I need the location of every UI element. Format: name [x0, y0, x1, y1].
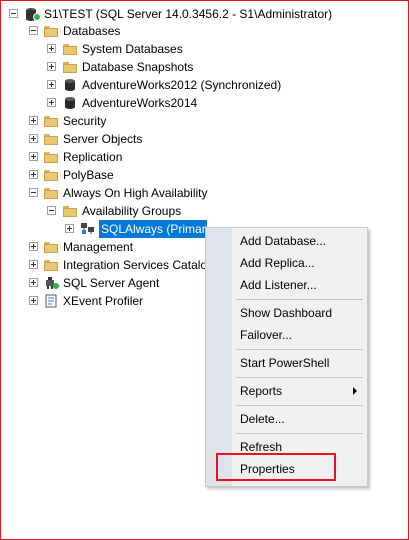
- menu-separator: [236, 299, 363, 300]
- expand-icon[interactable]: [29, 134, 38, 143]
- expand-icon[interactable]: [29, 116, 38, 125]
- menu-separator: [236, 349, 363, 350]
- folder-icon: [44, 242, 58, 253]
- context-menu: Add Database... Add Replica... Add Liste…: [205, 227, 368, 487]
- expand-icon[interactable]: [47, 80, 56, 89]
- tree-label: Security: [63, 114, 107, 128]
- expand-icon[interactable]: [29, 152, 38, 161]
- tree-label: Always On High Availability: [63, 186, 208, 200]
- properties-highlight-box: [216, 453, 336, 481]
- tree-label: AdventureWorks2012 (Synchronized): [82, 78, 282, 92]
- expand-icon[interactable]: [29, 260, 38, 269]
- tree-label: Database Snapshots: [82, 60, 194, 74]
- menu-item-add-database[interactable]: Add Database...: [240, 231, 326, 251]
- folder-icon: [44, 188, 58, 199]
- menu-item-start-powershell[interactable]: Start PowerShell: [240, 353, 329, 373]
- folder-icon: [44, 116, 58, 127]
- menu-item-add-listener[interactable]: Add Listener...: [240, 275, 317, 295]
- menu-item-reports[interactable]: Reports: [240, 381, 282, 401]
- tree-label: Integration Services Catalogs: [63, 258, 205, 272]
- server-icon: [26, 8, 41, 21]
- tree-label: Replication: [63, 150, 123, 164]
- tree-label: PolyBase: [63, 168, 114, 182]
- expand-icon[interactable]: [29, 296, 38, 305]
- expand-icon[interactable]: [65, 224, 74, 233]
- xevent-profiler-icon: [45, 294, 57, 308]
- tree-label: Databases: [63, 24, 121, 38]
- folder-icon: [44, 260, 58, 271]
- menu-separator: [236, 433, 363, 434]
- folder-icon: [44, 134, 58, 145]
- menu-item-add-replica[interactable]: Add Replica...: [240, 253, 315, 273]
- database-icon: [65, 79, 75, 92]
- expand-icon[interactable]: [29, 242, 38, 251]
- folder-icon: [63, 62, 77, 73]
- collapse-icon[interactable]: [29, 188, 38, 197]
- menu-item-show-dashboard[interactable]: Show Dashboard: [240, 303, 332, 323]
- tree-label: Management: [63, 240, 134, 254]
- tree-label: SQL Server Agent: [63, 276, 160, 290]
- collapse-icon[interactable]: [47, 206, 56, 215]
- tree-label: Server Objects: [63, 132, 143, 146]
- server-label: S1\TEST (SQL Server 14.0.3456.2 - S1\Adm…: [44, 7, 333, 21]
- folder-icon: [63, 44, 77, 55]
- expand-icon[interactable]: [29, 170, 38, 179]
- menu-item-delete[interactable]: Delete...: [240, 409, 285, 429]
- expand-icon[interactable]: [47, 62, 56, 71]
- menu-item-failover[interactable]: Failover...: [240, 325, 292, 345]
- collapse-icon[interactable]: [9, 9, 18, 18]
- sql-agent-icon: [46, 277, 59, 289]
- tree-label: XEvent Profiler: [63, 294, 144, 308]
- menu-separator: [236, 405, 363, 406]
- tree-label: AdventureWorks2014: [82, 96, 198, 110]
- tree-label: System Databases: [82, 42, 183, 56]
- submenu-arrow-icon: [353, 387, 357, 395]
- folder-icon: [44, 152, 58, 163]
- folder-icon: [63, 206, 77, 217]
- availability-group-icon: [81, 223, 94, 234]
- database-icon: [65, 97, 75, 110]
- menu-separator: [236, 377, 363, 378]
- folder-icon: [44, 170, 58, 181]
- tree-label-selected: SQLAlways (Primary): [99, 220, 207, 238]
- folder-icon: [44, 26, 58, 37]
- expand-icon[interactable]: [47, 98, 56, 107]
- collapse-icon[interactable]: [29, 26, 38, 35]
- expand-icon[interactable]: [47, 44, 56, 53]
- expand-icon[interactable]: [29, 278, 38, 287]
- tree-label: Availability Groups: [82, 204, 182, 218]
- menu-gutter: [206, 228, 232, 486]
